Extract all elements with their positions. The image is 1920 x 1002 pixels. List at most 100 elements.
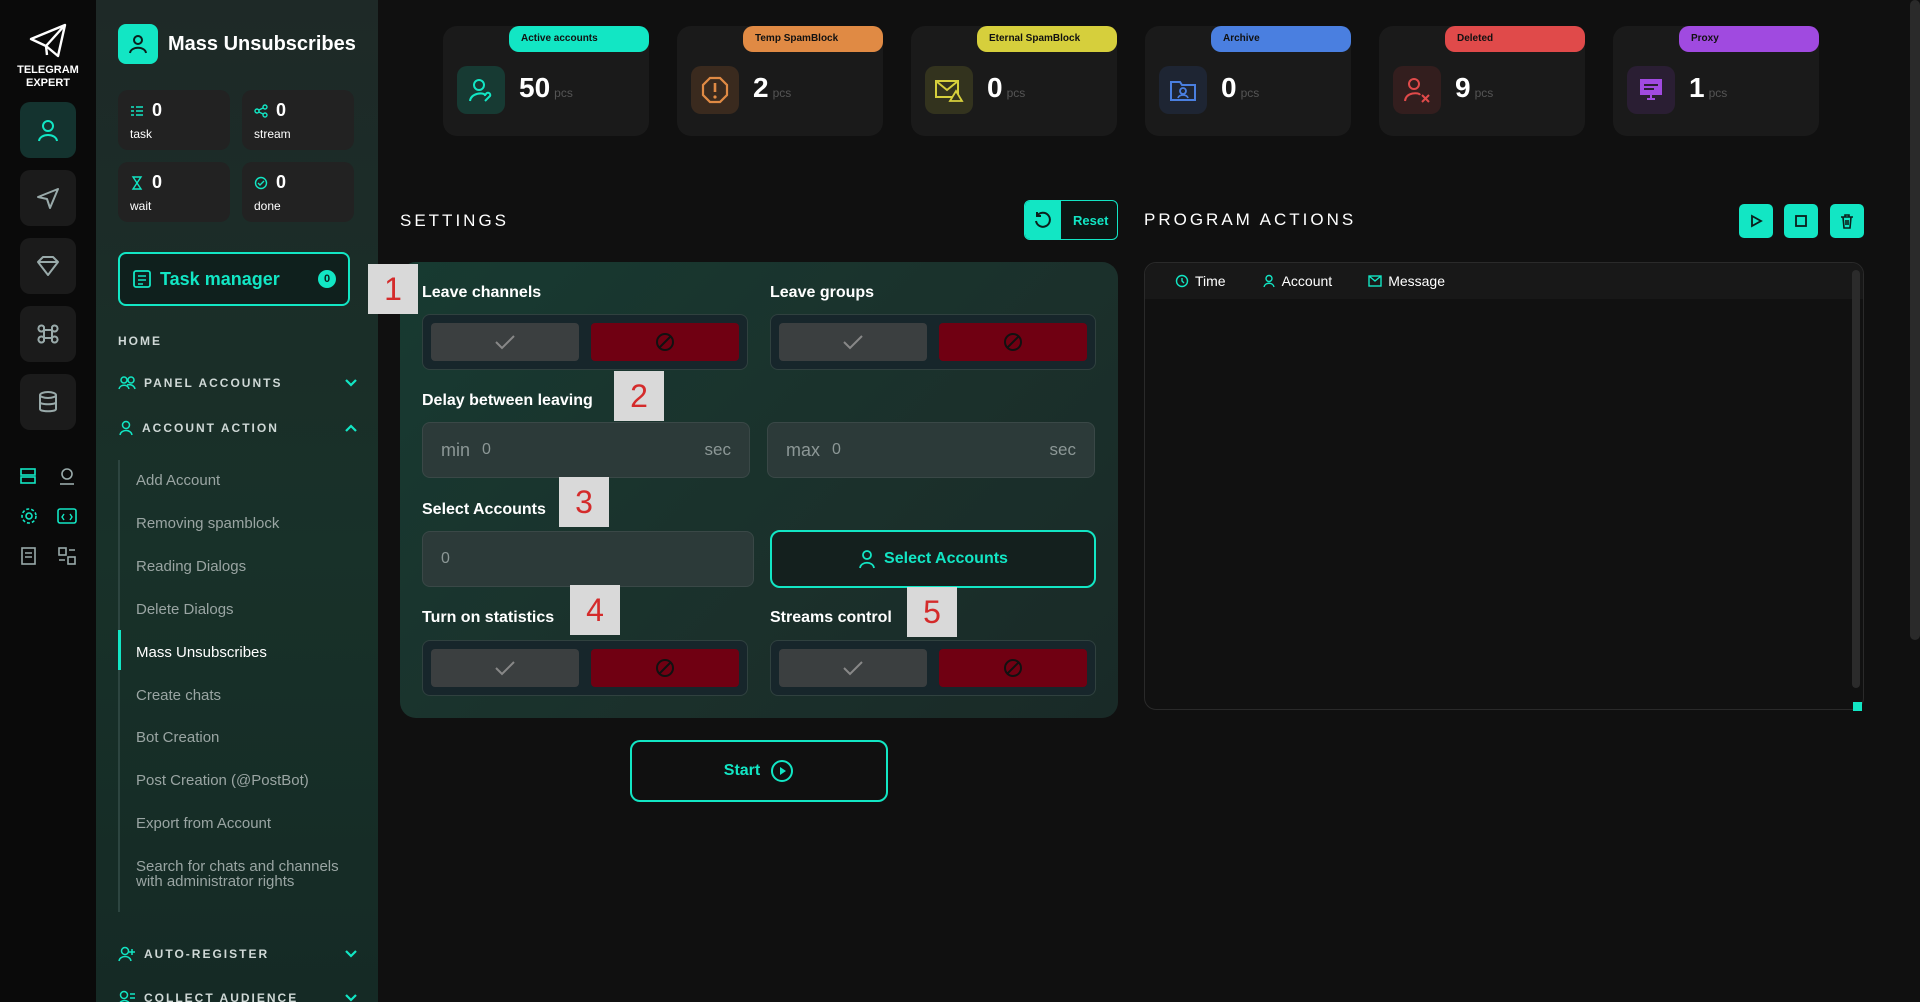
annotation-badge-3: 3 [559, 477, 609, 527]
column-message[interactable]: Message [1368, 273, 1445, 289]
stop-icon [1795, 215, 1807, 227]
check-icon [843, 335, 863, 350]
card-eternal-spamblock[interactable]: Eternal SpamBlock 0 pcs [911, 26, 1117, 136]
menu-item-export-from-account[interactable]: Export from Account [136, 816, 346, 831]
nav-home[interactable]: HOME [118, 334, 358, 348]
statistics-disable[interactable] [591, 649, 739, 687]
task-list-icon [131, 105, 143, 116]
leave-channels-enable[interactable] [431, 323, 579, 361]
rail-diamond-button[interactable] [20, 238, 76, 294]
play-button[interactable] [1739, 204, 1773, 238]
card-proxy[interactable]: Proxy 1 pcs [1613, 26, 1819, 136]
statistics-enable[interactable] [431, 649, 579, 687]
nav-panel-accounts[interactable]: PANEL ACCOUNTS [118, 376, 358, 390]
card-temp-spamblock[interactable]: Temp SpamBlock 2 pcs [677, 26, 883, 136]
nav-account-action[interactable]: ACCOUNT ACTION [118, 420, 358, 436]
document-list-icon[interactable] [13, 540, 45, 572]
archive-folder-icon [1159, 66, 1207, 114]
card-archive[interactable]: Archive 0 pcs [1145, 26, 1351, 136]
chevron-up-icon [345, 424, 357, 432]
clock-icon [1175, 274, 1189, 288]
reset-icon [1025, 201, 1061, 239]
stat-done: 0 done [242, 162, 354, 222]
leave-channels-label: Leave channels [422, 284, 542, 301]
user-icon [38, 120, 58, 142]
rail-database-button[interactable] [20, 374, 76, 430]
rail-command-button[interactable] [20, 306, 76, 362]
rail-send-button[interactable] [20, 170, 76, 226]
send-icon [37, 188, 59, 209]
log-table-header: Time Account Message [1145, 263, 1863, 299]
users-icon [118, 376, 136, 390]
statistics-toggle [422, 640, 748, 696]
layout-grid-icon[interactable] [51, 540, 83, 572]
leave-groups-toggle [770, 314, 1096, 370]
menu-item-search-admin-chats[interactable]: Search for chats and channels with admin… [136, 859, 346, 889]
menu-item-bot-creation[interactable]: Bot Creation [136, 730, 346, 745]
card-active-accounts[interactable]: Active accounts 50 pcs [443, 26, 649, 136]
menu-item-reading-dialogs[interactable]: Reading Dialogs [136, 559, 346, 574]
selected-accounts-count[interactable]: 0 [422, 531, 754, 587]
select-accounts-button[interactable]: Select Accounts [770, 530, 1096, 588]
delay-max-input[interactable]: max 0 sec [767, 422, 1095, 478]
rail-accounts-button[interactable] [20, 102, 76, 158]
clear-log-button[interactable] [1830, 204, 1864, 238]
reset-button[interactable]: Reset [1024, 200, 1118, 240]
settings-title: SETTINGS [400, 211, 510, 230]
app-window: TELEGRAM EXPERT Mass Unsubscribes 0 task… [0, 0, 1920, 1002]
stat-stream: 0 stream [242, 90, 354, 150]
user-outline-icon [119, 420, 133, 436]
settings-gear-icon[interactable] [13, 500, 45, 532]
icon-rail: TELEGRAM EXPERT [0, 0, 96, 1002]
annotation-badge-1: 1 [368, 264, 418, 314]
leave-groups-label: Leave groups [770, 284, 875, 301]
page-scrollbar[interactable] [1910, 0, 1920, 640]
active-item-indicator [118, 630, 121, 670]
leave-channels-disable[interactable] [591, 323, 739, 361]
menu-item-mass-unsubscribes[interactable]: Mass Unsubscribes [136, 645, 346, 660]
play-icon [1751, 214, 1763, 228]
location-user-icon[interactable] [51, 460, 83, 492]
menu-item-add-account[interactable]: Add Account [136, 473, 346, 488]
annotation-badge-2: 2 [614, 371, 664, 421]
user-icon [1262, 274, 1275, 288]
log-scrollbar[interactable] [1852, 270, 1860, 688]
card-deleted[interactable]: Deleted 9 pcs [1379, 26, 1585, 136]
streams-disable[interactable] [939, 649, 1087, 687]
proxy-monitor-icon [1627, 66, 1675, 114]
hourglass-icon [131, 175, 143, 190]
leave-groups-enable[interactable] [779, 323, 927, 361]
menu-item-removing-spamblock[interactable]: Removing spamblock [136, 516, 346, 531]
leave-groups-disable[interactable] [939, 323, 1087, 361]
menu-item-create-chats[interactable]: Create chats [136, 688, 346, 703]
check-icon [495, 661, 515, 676]
ban-icon [656, 659, 674, 677]
server-list-icon[interactable] [13, 460, 45, 492]
start-button[interactable]: Start [630, 740, 888, 802]
nav-auto-register[interactable]: AUTO-REGISTER [118, 946, 358, 962]
menu-item-delete-dialogs[interactable]: Delete Dialogs [136, 602, 346, 617]
select-accounts-label: Select Accounts [422, 501, 546, 518]
chevron-down-icon [345, 379, 357, 387]
nav-collect-audience[interactable]: COLLECT AUDIENCE [118, 990, 358, 1002]
resize-handle[interactable] [1853, 702, 1862, 711]
ban-icon [656, 333, 674, 351]
warning-octagon-icon [691, 66, 739, 114]
delay-min-input[interactable]: min 0 sec [422, 422, 750, 478]
code-window-icon[interactable] [51, 500, 83, 532]
chevron-down-icon [345, 994, 357, 1002]
leave-channels-toggle [422, 314, 748, 370]
column-account[interactable]: Account [1262, 273, 1332, 289]
program-actions-log[interactable]: Time Account Message [1144, 262, 1864, 710]
app-logo: TELEGRAM EXPERT [17, 22, 79, 90]
audience-icon [119, 990, 135, 1002]
column-time[interactable]: Time [1175, 273, 1226, 289]
statistics-label: Turn on statistics [422, 609, 555, 626]
menu-item-post-creation[interactable]: Post Creation (@PostBot) [136, 773, 346, 788]
play-circle-icon [771, 760, 794, 782]
command-icon [37, 324, 59, 344]
program-actions-title: PROGRAM ACTIONS [1144, 210, 1357, 229]
task-manager-button[interactable]: Task manager 0 [118, 252, 350, 306]
streams-enable[interactable] [779, 649, 927, 687]
stop-button[interactable] [1784, 204, 1818, 238]
